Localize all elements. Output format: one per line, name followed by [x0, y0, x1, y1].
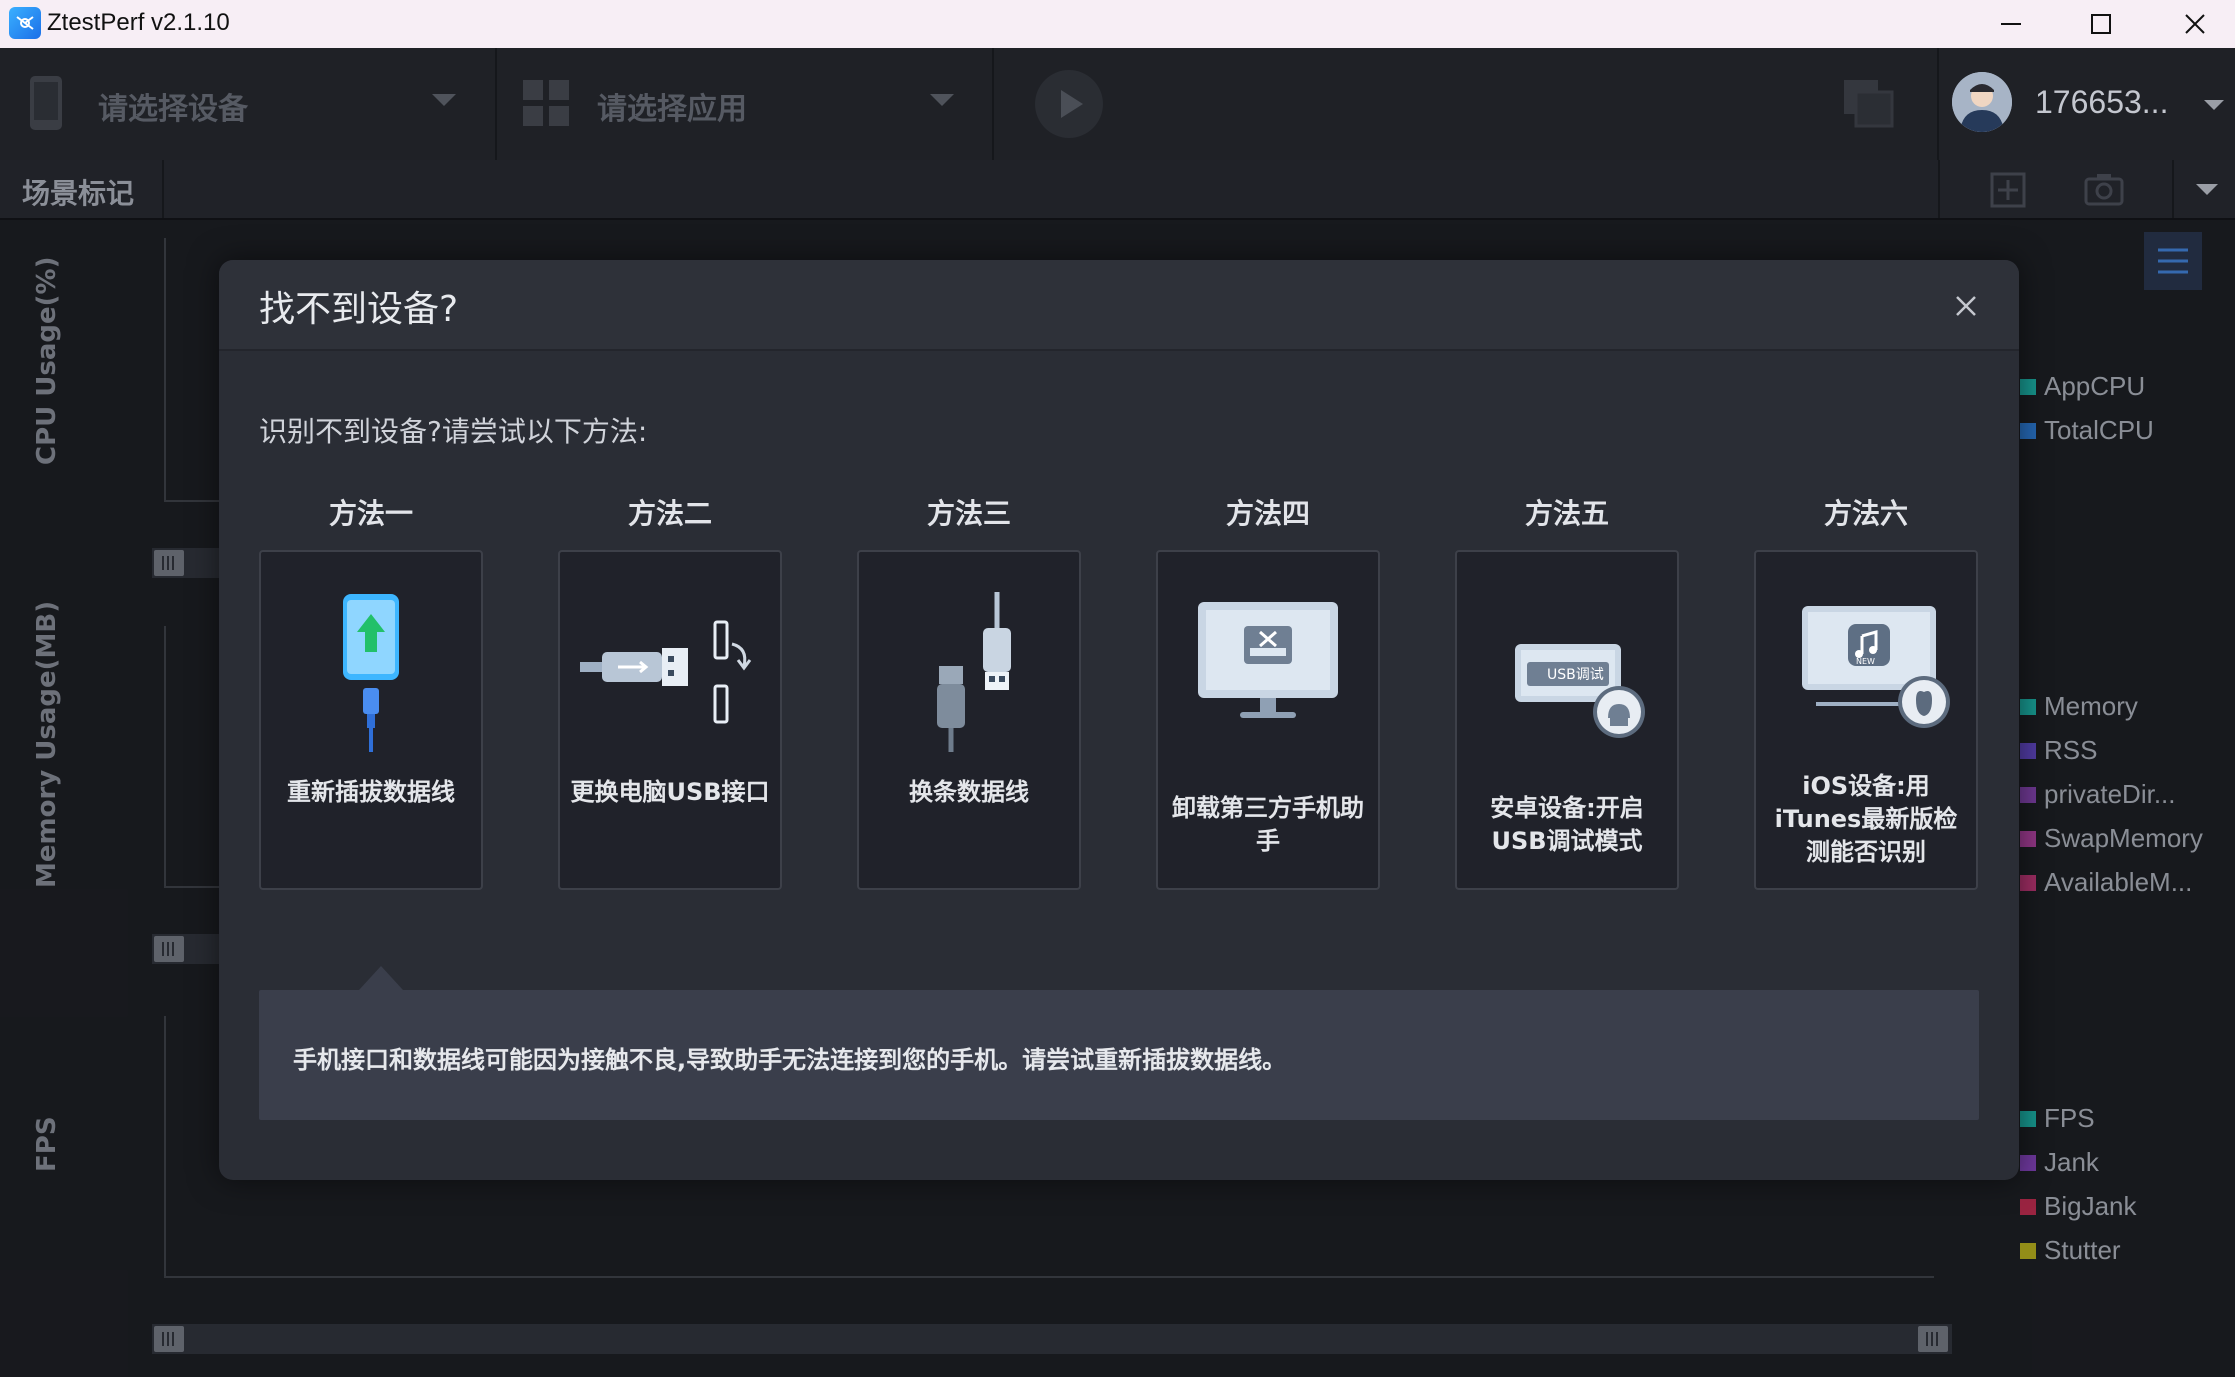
scene-mark-label: 场景标记 — [22, 177, 135, 210]
method-card[interactable]: USB调试 安卓设备:开启USB调试模式 — [1455, 550, 1679, 890]
device-select[interactable]: 请选择设备 — [0, 48, 497, 160]
add-mark-icon[interactable] — [1990, 172, 2026, 208]
phone-replug-icon — [343, 594, 399, 752]
method-4: 方法四 卸载第三方手机助手 — [1156, 492, 1380, 890]
close-icon — [1956, 296, 1976, 316]
method-2: 方法二 更换电脑USB接口 — [558, 492, 782, 890]
app-logo-icon — [9, 7, 41, 39]
apps-grid-icon — [523, 80, 569, 126]
method-card[interactable]: NEW iOS设备:用iTunes最新版检测能否识别 — [1754, 550, 1978, 890]
android-usb-debug-icon: USB调试 — [1515, 644, 1645, 738]
divider — [2172, 160, 2174, 218]
usb-cable-icon — [937, 592, 1011, 752]
method-label: 重新插拔数据线 — [287, 778, 455, 806]
chevron-down-icon — [2204, 100, 2224, 110]
tip-pointer — [359, 966, 403, 990]
uninstall-monitor-icon — [1198, 602, 1338, 718]
phone-icon — [30, 76, 62, 130]
close-icon — [2185, 14, 2205, 34]
method-card[interactable]: 卸载第三方手机助手 — [1156, 550, 1380, 890]
method-title: 方法一 — [328, 497, 413, 530]
device-not-found-dialog: 找不到设备? 识别不到设备?请尝试以下方法: 方法一 重新插拔数据线 方法二 更… — [219, 260, 2019, 1180]
app-select[interactable]: 请选择应用 — [497, 48, 994, 160]
avatar — [1952, 72, 2012, 132]
method-3: 方法三 换条数据线 — [857, 492, 1081, 890]
divider — [162, 160, 164, 218]
usb-debug-badge: USB调试 — [1547, 667, 1604, 683]
method-title: 方法三 — [926, 497, 1011, 530]
window-title-bar: ZtestPerf v2.1.10 — [0, 0, 2235, 48]
method-6: 方法六 NEW iOS设备:用iTunes最新版检测能否识别 — [1754, 492, 1978, 890]
method-card[interactable]: 更换电脑USB接口 — [558, 550, 782, 890]
toolbar: 请选择设备 请选择应用 176653... — [0, 48, 2235, 162]
method-card[interactable]: 重新插拔数据线 — [259, 550, 483, 890]
method-card[interactable]: 换条数据线 — [857, 550, 1081, 890]
method-label: 更换电脑USB接口 — [570, 778, 770, 806]
device-select-label: 请选择设备 — [98, 92, 248, 127]
floating-window-icon[interactable] — [1842, 78, 1894, 128]
method-label: iOS设备:用iTunes最新版检测能否识别 — [1774, 772, 1958, 866]
scene-bar: 场景标记 — [0, 160, 2235, 220]
start-test-button[interactable] — [1035, 70, 1103, 138]
method-title: 方法二 — [627, 497, 712, 530]
window-title: ZtestPerf v2.1.10 — [47, 9, 230, 36]
scene-tools — [1938, 160, 2235, 218]
chevron-down-icon — [930, 94, 954, 106]
app-select-label: 请选择应用 — [597, 92, 747, 127]
user-name: 176653... — [2035, 84, 2169, 120]
method-label: 卸载第三方手机助手 — [1172, 794, 1364, 855]
minimize-icon — [2001, 23, 2021, 25]
tip-text: 手机接口和数据线可能因为接触不良,导致助手无法连接到您的手机。请尝试重新插拔数据… — [293, 1046, 1287, 1074]
minimize-button[interactable] — [1964, 0, 2058, 48]
dialog-title: 找不到设备? — [259, 289, 459, 330]
dialog-close-button[interactable] — [1947, 287, 1985, 325]
method-5: 方法五 USB调试 安卓设备:开启USB调试模式 — [1455, 492, 1679, 890]
chevron-down-icon[interactable] — [2196, 184, 2218, 195]
maximize-icon — [2091, 14, 2111, 34]
dialog-header: 找不到设备? — [219, 260, 2019, 351]
dialog-intro: 识别不到设备?请尝试以下方法: — [259, 415, 648, 448]
usb-port-icon — [580, 620, 752, 724]
method-title: 方法五 — [1524, 497, 1609, 530]
method-label: 安卓设备:开启USB调试模式 — [1490, 794, 1644, 855]
user-menu[interactable]: 176653... — [1937, 48, 2235, 160]
close-window-button[interactable] — [2148, 0, 2235, 48]
camera-icon[interactable] — [2084, 172, 2124, 206]
method-1: 方法一 重新插拔数据线 — [259, 492, 483, 890]
method-label: 换条数据线 — [909, 778, 1029, 806]
itunes-apple-icon: NEW — [1802, 606, 1950, 728]
tip-box: 手机接口和数据线可能因为接触不良,导致助手无法连接到您的手机。请尝试重新插拔数据… — [259, 990, 1979, 1120]
new-badge: NEW — [1856, 657, 1875, 666]
maximize-button[interactable] — [2054, 0, 2148, 48]
method-title: 方法四 — [1225, 497, 1310, 530]
method-title: 方法六 — [1823, 497, 1908, 530]
chevron-down-icon — [432, 94, 456, 106]
